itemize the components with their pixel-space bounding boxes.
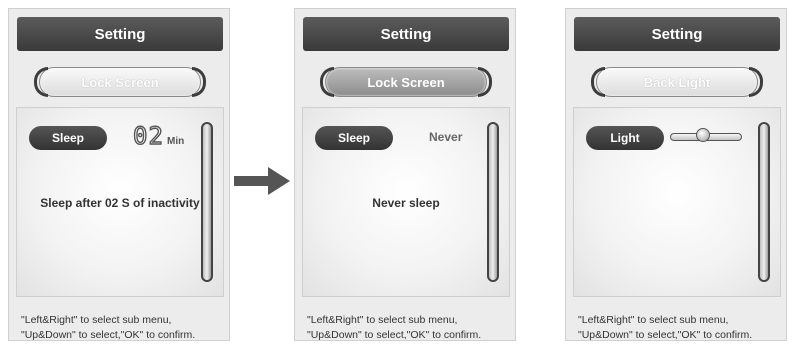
sleep-value-text: Never — [429, 130, 463, 144]
help-text: "Left&Right" to select sub menu, "Up&Dow… — [307, 313, 513, 343]
content-area: Sleep Never Never sleep — [302, 107, 510, 297]
help-text: "Left&Right" to select sub menu, "Up&Dow… — [21, 313, 227, 343]
help-line-1: "Left&Right" to select sub menu, — [21, 314, 172, 326]
panel-title: Setting — [574, 17, 780, 51]
help-line-1: "Left&Right" to select sub menu, — [307, 314, 458, 326]
content-area: Sleep 02 Min Sleep after 02 S of inactiv… — [16, 107, 224, 297]
sleep-unit-label: Min — [167, 136, 185, 147]
scrollbar[interactable] — [201, 122, 213, 282]
sleep-message: Never sleep — [372, 196, 440, 210]
option-light[interactable]: Light — [586, 126, 664, 150]
pill-left-cap — [320, 67, 334, 97]
panel-title: Setting — [17, 17, 223, 51]
submenu-back-light[interactable]: Back Light — [591, 67, 763, 97]
scrollbar[interactable] — [758, 122, 770, 282]
panel-title: Setting — [303, 17, 509, 51]
content-area: Light — [573, 107, 781, 297]
pill-left-cap — [591, 67, 605, 97]
option-sleep[interactable]: Sleep — [29, 126, 107, 150]
help-line-2: "Up&Down" to select,"OK" to confirm. — [578, 329, 753, 341]
submenu-lock-screen[interactable]: Lock Screen — [34, 67, 206, 97]
pill-left-cap — [34, 67, 48, 97]
settings-panel-back-light: Setting Back Light Light "Left&Right" to… — [565, 8, 787, 341]
sleep-message: Sleep after 02 S of inactivity — [40, 196, 200, 210]
submenu-label: Lock Screen — [367, 74, 445, 90]
right-arrow-icon — [234, 167, 290, 195]
submenu-label: Back Light — [643, 74, 711, 90]
sleep-value-display: 02 — [132, 121, 164, 150]
slider-knob[interactable] — [696, 128, 711, 142]
pill-right-cap — [749, 67, 763, 97]
submenu-label: Lock Screen — [81, 74, 159, 90]
help-text: "Left&Right" to select sub menu, "Up&Dow… — [578, 313, 784, 343]
pill-right-cap — [478, 67, 492, 97]
option-sleep[interactable]: Sleep — [315, 126, 393, 150]
brightness-slider[interactable] — [670, 128, 742, 142]
pill-right-cap — [192, 67, 206, 97]
scrollbar[interactable] — [487, 122, 499, 282]
settings-panel-lock-screen-min: Setting Lock Screen Sleep 02 Min Sleep a… — [8, 8, 230, 341]
submenu-lock-screen[interactable]: Lock Screen — [320, 67, 492, 97]
settings-panel-lock-screen-never: Setting Lock Screen Sleep Never Never sl… — [294, 8, 516, 341]
help-line-2: "Up&Down" to select,"OK" to confirm. — [21, 329, 196, 341]
help-line-1: "Left&Right" to select sub menu, — [578, 314, 729, 326]
help-line-2: "Up&Down" to select,"OK" to confirm. — [307, 329, 482, 341]
